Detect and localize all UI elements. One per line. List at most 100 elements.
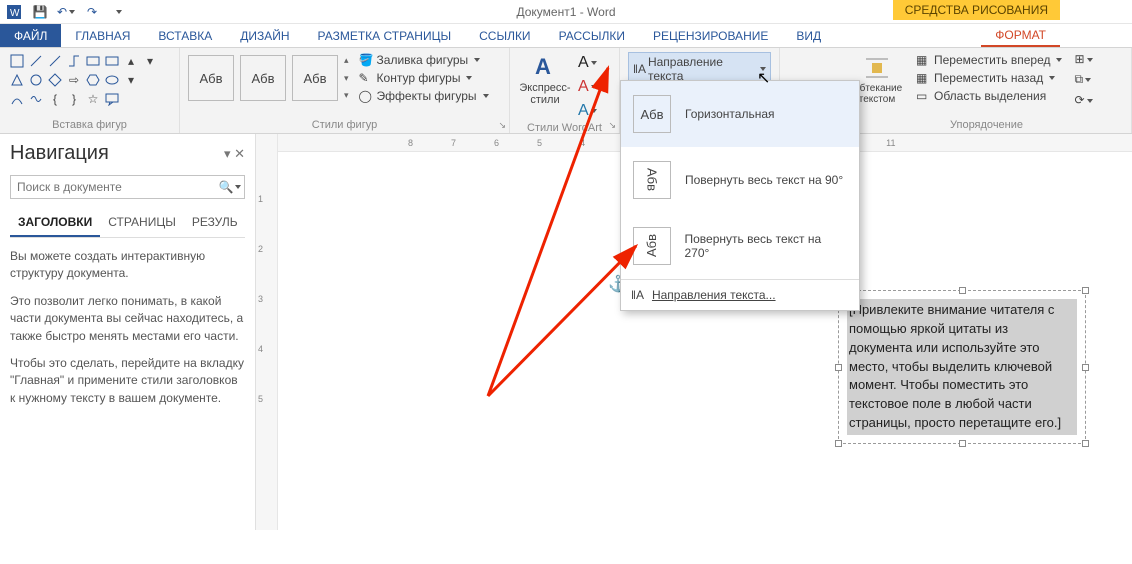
chevron-down-icon[interactable]: ▾ xyxy=(122,71,140,89)
shape-line-icon[interactable] xyxy=(27,52,45,70)
shape-icon[interactable] xyxy=(103,52,121,70)
tab-design[interactable]: ДИЗАЙН xyxy=(226,24,303,47)
tab-view[interactable]: ВИД xyxy=(782,24,835,47)
tab-home[interactable]: ГЛАВНАЯ xyxy=(61,24,144,47)
tab-format[interactable]: ФОРМАТ xyxy=(981,24,1060,47)
group-shape-styles: Абв Абв Абв ▴ ▾ ▾ 🪣Заливка фигуры ✎Конту… xyxy=(180,48,510,133)
style-preset[interactable]: Абв xyxy=(240,55,286,101)
bucket-icon: 🪣 xyxy=(359,53,373,67)
resize-handle[interactable] xyxy=(959,287,966,294)
text-direction-dropdown: Абв Горизонтальная Абв Повернуть весь те… xyxy=(620,80,860,311)
quick-access-toolbar: W 💾 ↶ ↷ xyxy=(0,4,126,20)
nav-text: Вы можете создать интерактивную структур… xyxy=(10,248,245,283)
dd-horizontal[interactable]: Абв Горизонтальная xyxy=(621,81,859,147)
shape-icon[interactable] xyxy=(103,71,121,89)
shape-fill-button[interactable]: 🪣Заливка фигуры xyxy=(357,52,491,68)
shape-line-icon[interactable] xyxy=(46,52,64,70)
group-wordart: A Экспресс- стили A A A Стили WordArt ↘ xyxy=(510,48,620,133)
document-title: Документ1 - Word xyxy=(516,5,615,19)
shape-icon[interactable] xyxy=(8,52,26,70)
shapes-gallery[interactable]: ▴ ▾ ⇨ ▾ { } ☆ xyxy=(8,52,171,108)
group-label: Стили WordArt xyxy=(518,120,611,134)
text-fill-icon[interactable]: A xyxy=(578,54,597,72)
resize-handle[interactable] xyxy=(1082,364,1089,371)
tab-references[interactable]: ССЫЛКИ xyxy=(465,24,544,47)
drawing-tools-tab[interactable]: СРЕДСТВА РИСОВАНИЯ xyxy=(893,0,1060,20)
dd-rotate-270[interactable]: Абв Повернуть весь текст на 270° xyxy=(621,213,859,279)
group-icon[interactable]: ⧉ xyxy=(1074,72,1092,87)
search-input[interactable] xyxy=(11,176,216,198)
qat-customize-icon[interactable] xyxy=(110,4,126,20)
quick-styles-button[interactable]: A Экспресс- стили xyxy=(518,52,572,106)
ribbon-tabs: ФАЙЛ ГЛАВНАЯ ВСТАВКА ДИЗАЙН РАЗМЕТКА СТР… xyxy=(0,24,1132,48)
rotate-icon[interactable]: ⟳ xyxy=(1074,93,1092,107)
group-insert-shapes: ▴ ▾ ⇨ ▾ { } ☆ Вставка фигур xyxy=(0,48,180,133)
shape-triangle-icon[interactable] xyxy=(8,71,26,89)
dd-label: Повернуть весь текст на 270° xyxy=(685,232,848,260)
resize-handle[interactable] xyxy=(1082,440,1089,447)
save-icon[interactable]: 💾 xyxy=(32,4,48,20)
tab-file[interactable]: ФАЙЛ xyxy=(0,24,61,47)
shape-effects-button[interactable]: ◯Эффекты фигуры xyxy=(357,88,491,104)
resize-handle[interactable] xyxy=(835,440,842,447)
shape-callout-icon[interactable] xyxy=(103,90,121,108)
style-preset[interactable]: Абв xyxy=(292,55,338,101)
shape-arrow-icon[interactable]: ⇨ xyxy=(65,71,83,89)
rotate270-icon: Абв xyxy=(633,227,671,265)
selection-pane-button[interactable]: ▭Область выделения xyxy=(914,88,1064,104)
shape-circle-icon[interactable] xyxy=(27,71,45,89)
align-icon[interactable]: ⊞ xyxy=(1074,52,1092,66)
chevron-down-icon[interactable]: ▾ xyxy=(141,52,159,70)
text-effects-icon[interactable]: A xyxy=(578,102,597,120)
shape-curve-icon[interactable] xyxy=(8,90,26,108)
nav-tab-results[interactable]: РЕЗУЛЬ xyxy=(184,209,246,237)
shape-star-icon[interactable]: ☆ xyxy=(84,90,102,108)
dd-more-options[interactable]: ‖A Направления текста... xyxy=(621,280,859,310)
dialog-launcher-icon[interactable]: ↘ xyxy=(608,120,616,131)
nav-menu-icon[interactable]: ▾ xyxy=(224,146,231,161)
dialog-launcher-icon[interactable]: ↘ xyxy=(498,120,506,131)
gallery-more-icon[interactable]: ▾ xyxy=(344,90,349,101)
bring-forward-button[interactable]: ▦Переместить вперед xyxy=(914,52,1064,68)
shape-diamond-icon[interactable] xyxy=(46,71,64,89)
shape-brace-icon[interactable]: { xyxy=(46,90,64,108)
chevron-up-icon[interactable]: ▴ xyxy=(122,52,140,70)
nav-tab-headings[interactable]: ЗАГОЛОВКИ xyxy=(10,209,100,237)
shape-connector-icon[interactable] xyxy=(65,52,83,70)
tab-mailings[interactable]: РАССЫЛКИ xyxy=(545,24,639,47)
dd-rotate-90[interactable]: Абв Повернуть весь текст на 90° xyxy=(621,147,859,213)
search-icon[interactable]: 🔍 xyxy=(216,176,244,198)
text-box[interactable]: [Привлеките внимание читателя с помощью … xyxy=(838,290,1086,444)
gallery-up-icon[interactable]: ▴ xyxy=(344,55,349,66)
wrap-icon xyxy=(864,55,890,81)
resize-handle[interactable] xyxy=(959,440,966,447)
resize-handle[interactable] xyxy=(1082,287,1089,294)
nav-tab-pages[interactable]: СТРАНИЦЫ xyxy=(100,209,184,237)
undo-icon[interactable]: ↶ xyxy=(58,4,74,20)
text-direction-icon: ‖A xyxy=(631,288,644,302)
letter-a-icon: A xyxy=(531,52,559,80)
style-preset[interactable]: Абв xyxy=(188,55,234,101)
vertical-ruler: 1 2 3 4 5 xyxy=(256,134,278,530)
tab-layout[interactable]: РАЗМЕТКА СТРАНИЦЫ xyxy=(304,24,466,47)
resize-handle[interactable] xyxy=(835,364,842,371)
shape-style-gallery[interactable]: Абв Абв Абв ▴ ▾ ▾ xyxy=(188,52,349,104)
tab-review[interactable]: РЕЦЕНЗИРОВАНИЕ xyxy=(639,24,782,47)
gallery-down-icon[interactable]: ▾ xyxy=(344,73,349,84)
send-backward-button[interactable]: ▦Переместить назад xyxy=(914,70,1064,86)
shape-icon[interactable] xyxy=(84,52,102,70)
text-outline-icon[interactable]: A xyxy=(578,78,597,96)
textbox-content[interactable]: [Привлеките внимание читателя с помощью … xyxy=(847,299,1077,435)
shape-brace-icon[interactable]: } xyxy=(65,90,83,108)
nav-search[interactable]: 🔍 xyxy=(10,175,245,199)
workspace: Навигация ▾ ✕ 🔍 ЗАГОЛОВКИ СТРАНИЦЫ РЕЗУЛ… xyxy=(0,134,1132,530)
shape-hex-icon[interactable] xyxy=(84,71,102,89)
shape-outline-button[interactable]: ✎Контур фигуры xyxy=(357,70,491,86)
redo-icon[interactable]: ↷ xyxy=(84,4,100,20)
group-label: Стили фигур xyxy=(188,117,501,131)
shape-curve-icon[interactable] xyxy=(27,90,45,108)
close-icon[interactable]: ✕ xyxy=(234,146,245,161)
tab-insert[interactable]: ВСТАВКА xyxy=(144,24,226,47)
nav-text: Это позволит легко понимать, в какой час… xyxy=(10,293,245,345)
nav-text: Чтобы это сделать, перейдите на вкладку … xyxy=(10,355,245,407)
